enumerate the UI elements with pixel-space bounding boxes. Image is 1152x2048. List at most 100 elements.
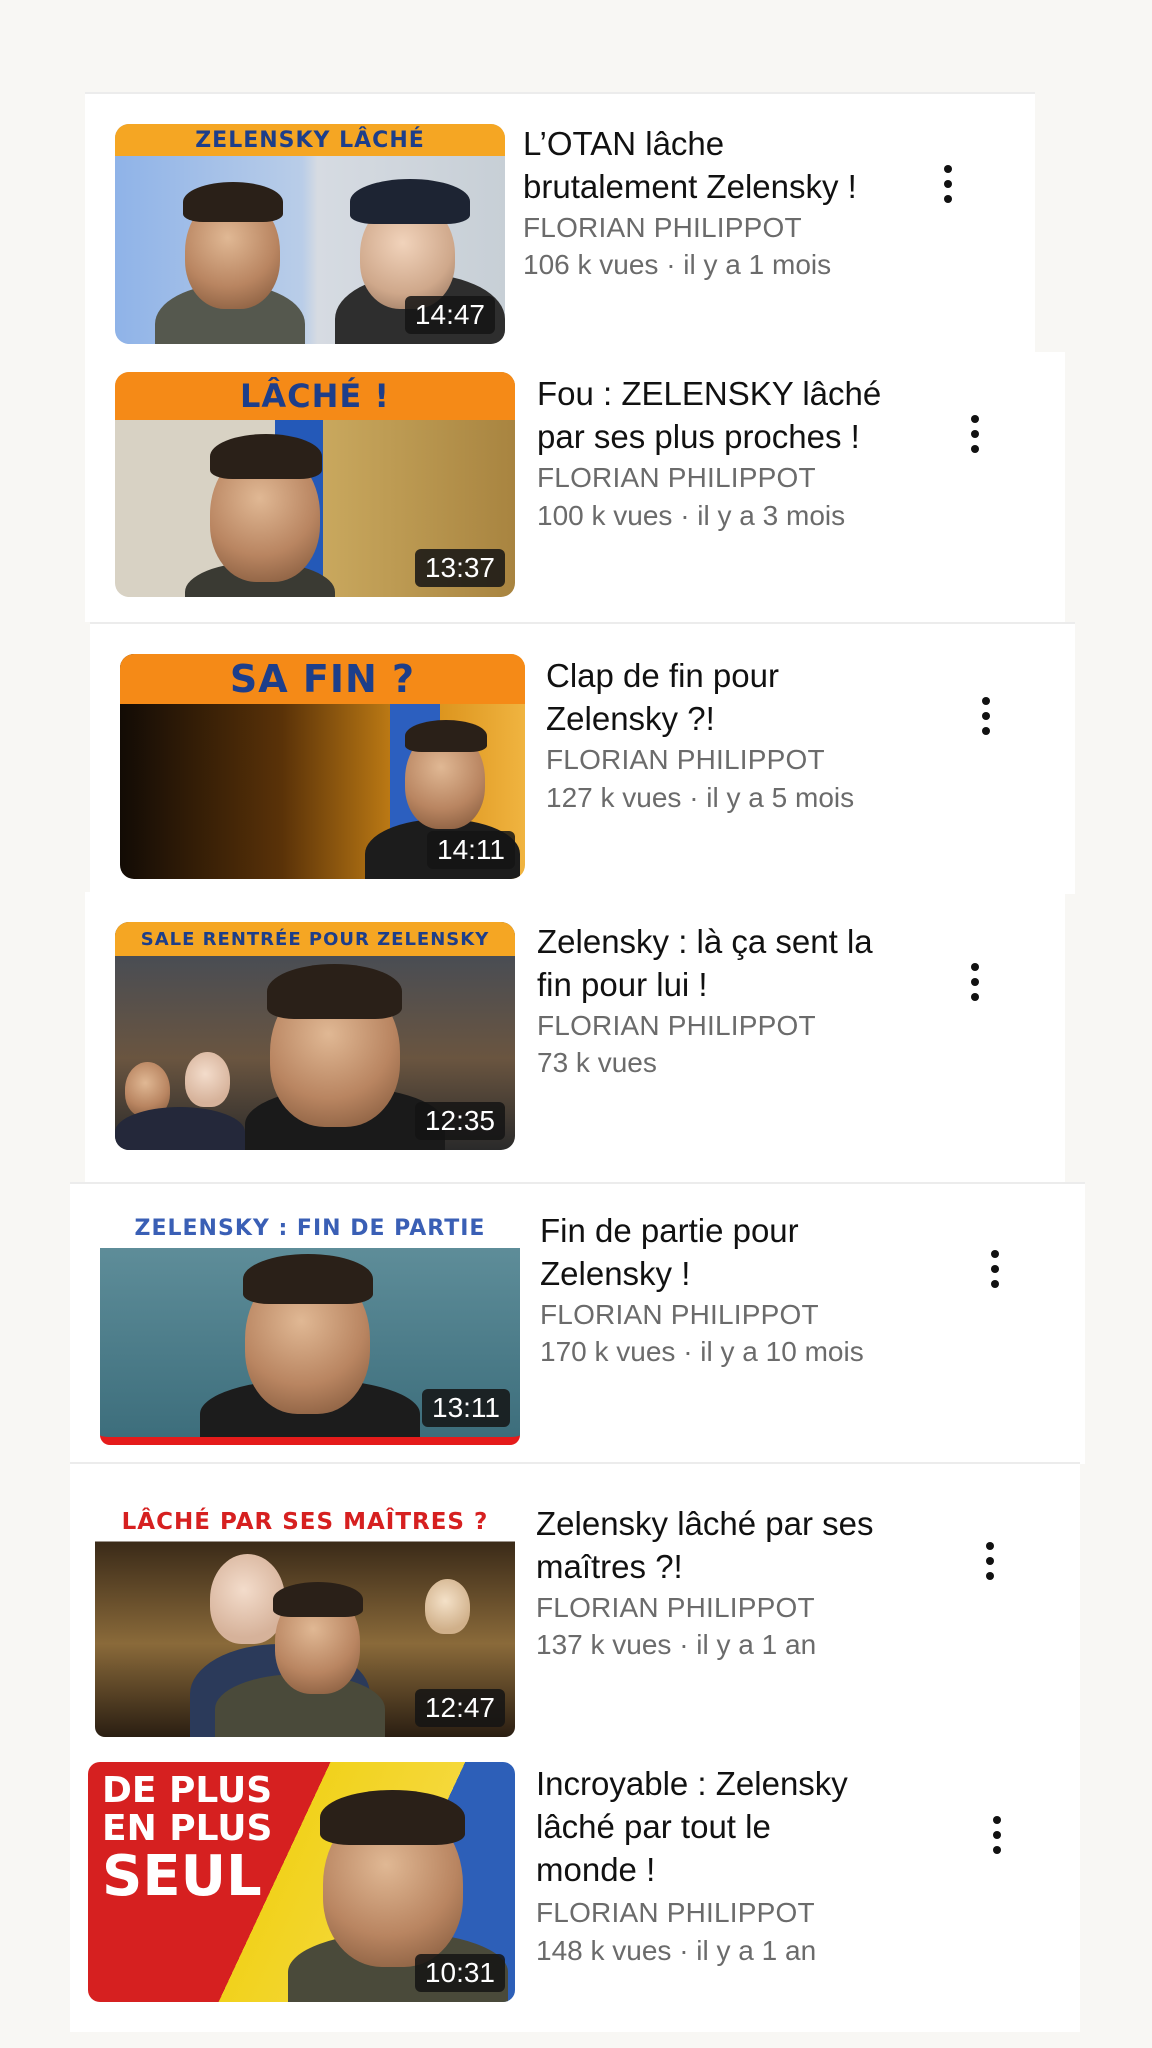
channel-name[interactable]: FLORIAN PHILIPPOT	[540, 1299, 819, 1331]
video-title[interactable]: Fou : ZELENSKY lâché par ses plus proche…	[537, 372, 881, 458]
video-thumbnail[interactable]: LÂCHÉ ! 13:37	[115, 372, 515, 597]
channel-name[interactable]: FLORIAN PHILIPPOT	[537, 462, 816, 494]
video-title[interactable]: Clap de fin pour Zelensky ?!	[546, 654, 779, 740]
thumbnail-figure	[267, 964, 402, 1019]
more-vert-icon	[993, 1816, 1001, 1824]
video-title-line: brutalement Zelensky !	[523, 168, 857, 205]
video-duration: 10:31	[414, 1954, 505, 1992]
video-title-line: Clap de fin pour	[546, 657, 779, 694]
video-duration: 14:47	[404, 296, 495, 334]
video-thumbnail[interactable]: ZELENSKY LÂCHÉ 14:47	[115, 124, 505, 344]
video-title[interactable]: Fin de partie pour Zelensky !	[540, 1209, 799, 1295]
video-title[interactable]: L’OTAN lâche brutalement Zelensky !	[523, 122, 857, 208]
video-title-line: Zelensky !	[540, 1255, 691, 1292]
more-options-button[interactable]	[955, 404, 995, 464]
more-vert-icon	[982, 697, 990, 705]
video-title-line: maîtres ?!	[536, 1548, 683, 1585]
video-title-line: lâché par tout le	[536, 1808, 771, 1845]
more-vert-icon	[982, 727, 990, 735]
thumbnail-figure	[425, 1579, 470, 1634]
video-thumbnail[interactable]: LÂCHÉ PAR SES MAÎTRES ? 12:47	[95, 1504, 515, 1737]
video-stats: 106 k vues · il y a 1 mois	[523, 249, 832, 280]
video-duration: 13:11	[422, 1389, 510, 1427]
channel-name[interactable]: FLORIAN PHILIPPOT	[523, 212, 802, 244]
video-card[interactable]: LÂCHÉ PAR SES MAÎTRES ? 12:47 Zelensky l…	[70, 1462, 1080, 1764]
video-card[interactable]: SALE RENTRÉE POUR ZELENSKY 12:35 Zelensk…	[85, 892, 1065, 1182]
video-title-line: L’OTAN lâche	[523, 125, 725, 162]
thumbnail-figure	[320, 1790, 465, 1845]
more-options-button[interactable]	[975, 1239, 1015, 1299]
more-vert-icon	[971, 430, 979, 438]
video-stats: 137 k vues · il y a 1 an	[536, 1629, 817, 1660]
video-title-line: Zelensky ?!	[546, 700, 715, 737]
video-title-line: monde !	[536, 1851, 656, 1888]
thumbnail-banner-line: EN PLUS	[102, 1807, 273, 1849]
more-options-button[interactable]	[970, 1531, 1010, 1591]
video-stats: 100 k vues · il y a 3 mois	[537, 500, 846, 531]
video-title-line: par ses plus proches !	[537, 418, 860, 455]
thumbnail-figure	[243, 1254, 373, 1304]
video-stats: 148 k vues · il y a 1 an	[536, 1935, 817, 1966]
video-title-line: Zelensky : là ça sent la	[537, 923, 873, 960]
more-vert-icon	[986, 1557, 994, 1565]
more-vert-icon	[991, 1265, 999, 1273]
video-duration: 12:47	[414, 1689, 505, 1727]
video-title-line: Fin de partie pour	[540, 1212, 799, 1249]
more-vert-icon	[971, 963, 979, 971]
more-vert-icon	[993, 1846, 1001, 1854]
more-vert-icon	[971, 978, 979, 986]
thumbnail-figure	[405, 720, 487, 752]
video-stats: 127 k vues · il y a 5 mois	[546, 782, 855, 813]
thumbnail-figure	[185, 1052, 230, 1107]
more-vert-icon	[944, 165, 952, 173]
channel-name[interactable]: FLORIAN PHILIPPOT	[546, 744, 825, 776]
video-title[interactable]: Incroyable : Zelensky lâché par tout le …	[536, 1762, 848, 1891]
more-options-button[interactable]	[955, 952, 995, 1012]
more-options-button[interactable]	[928, 154, 968, 214]
thumbnail-banner: SA FIN ?	[120, 654, 525, 704]
video-stats: 73 k vues	[537, 1047, 657, 1078]
video-title[interactable]: Zelensky lâché par ses maîtres ?!	[536, 1502, 874, 1588]
thumbnail-banner: SALE RENTRÉE POUR ZELENSKY	[115, 922, 515, 956]
more-vert-icon	[944, 180, 952, 188]
thumbnail-banner: ZELENSKY LÂCHÉ	[115, 124, 505, 156]
video-duration: 13:37	[414, 549, 505, 587]
thumbnail-figure	[210, 434, 322, 479]
channel-name[interactable]: FLORIAN PHILIPPOT	[536, 1897, 815, 1929]
more-vert-icon	[986, 1572, 994, 1580]
video-thumbnail[interactable]: SALE RENTRÉE POUR ZELENSKY 12:35	[115, 922, 515, 1150]
video-card[interactable]: ZELENSKY : FIN DE PARTIE 13:11 Fin de pa…	[70, 1182, 1085, 1464]
video-card[interactable]: DE PLUS EN PLUS SEUL 10:31 Incroyable : …	[70, 1762, 1080, 2032]
thumbnail-figure	[273, 1582, 363, 1617]
thumbnail-figure	[350, 179, 470, 224]
more-vert-icon	[971, 993, 979, 1001]
thumbnail-banner: LÂCHÉ PAR SES MAÎTRES ?	[95, 1504, 515, 1540]
thumbnail-banner: LÂCHÉ !	[115, 372, 515, 420]
video-stats: 170 k vues · il y a 10 mois	[540, 1336, 864, 1367]
more-vert-icon	[982, 712, 990, 720]
thumbnail-banner-line: DE PLUS	[102, 1770, 273, 1811]
thumbnail-banner: ZELENSKY : FIN DE PARTIE	[100, 1209, 520, 1247]
video-card[interactable]: ZELENSKY LÂCHÉ 14:47 L’OTAN lâche brutal…	[85, 92, 1035, 354]
channel-name[interactable]: FLORIAN PHILIPPOT	[537, 1010, 816, 1042]
more-vert-icon	[991, 1250, 999, 1258]
more-options-button[interactable]	[966, 686, 1006, 746]
thumbnail-banner: DE PLUS EN PLUS SEUL	[102, 1772, 272, 1906]
video-thumbnail[interactable]: DE PLUS EN PLUS SEUL 10:31	[88, 1762, 515, 2002]
more-vert-icon	[944, 195, 952, 203]
video-duration: 14:11	[427, 831, 515, 869]
thumbnail-figure	[115, 1107, 245, 1150]
video-title-line: Fou : ZELENSKY lâché	[537, 375, 882, 412]
more-vert-icon	[993, 1831, 1001, 1839]
video-title-line: Incroyable : Zelensky	[536, 1765, 848, 1802]
video-title[interactable]: Zelensky : là ça sent la fin pour lui !	[537, 920, 873, 1006]
video-card[interactable]: LÂCHÉ ! 13:37 Fou : ZELENSKY lâché par s…	[85, 352, 1065, 622]
video-title-line: Zelensky lâché par ses	[536, 1505, 874, 1542]
video-duration: 12:35	[414, 1102, 505, 1140]
more-options-button[interactable]	[977, 1805, 1017, 1865]
video-thumbnail[interactable]: SA FIN ? 14:11	[120, 654, 525, 879]
channel-name[interactable]: FLORIAN PHILIPPOT	[536, 1592, 815, 1624]
video-thumbnail[interactable]: ZELENSKY : FIN DE PARTIE 13:11	[100, 1209, 520, 1445]
more-vert-icon	[971, 445, 979, 453]
video-card[interactable]: SA FIN ? 14:11 Clap de fin pour Zelensky…	[90, 622, 1075, 894]
